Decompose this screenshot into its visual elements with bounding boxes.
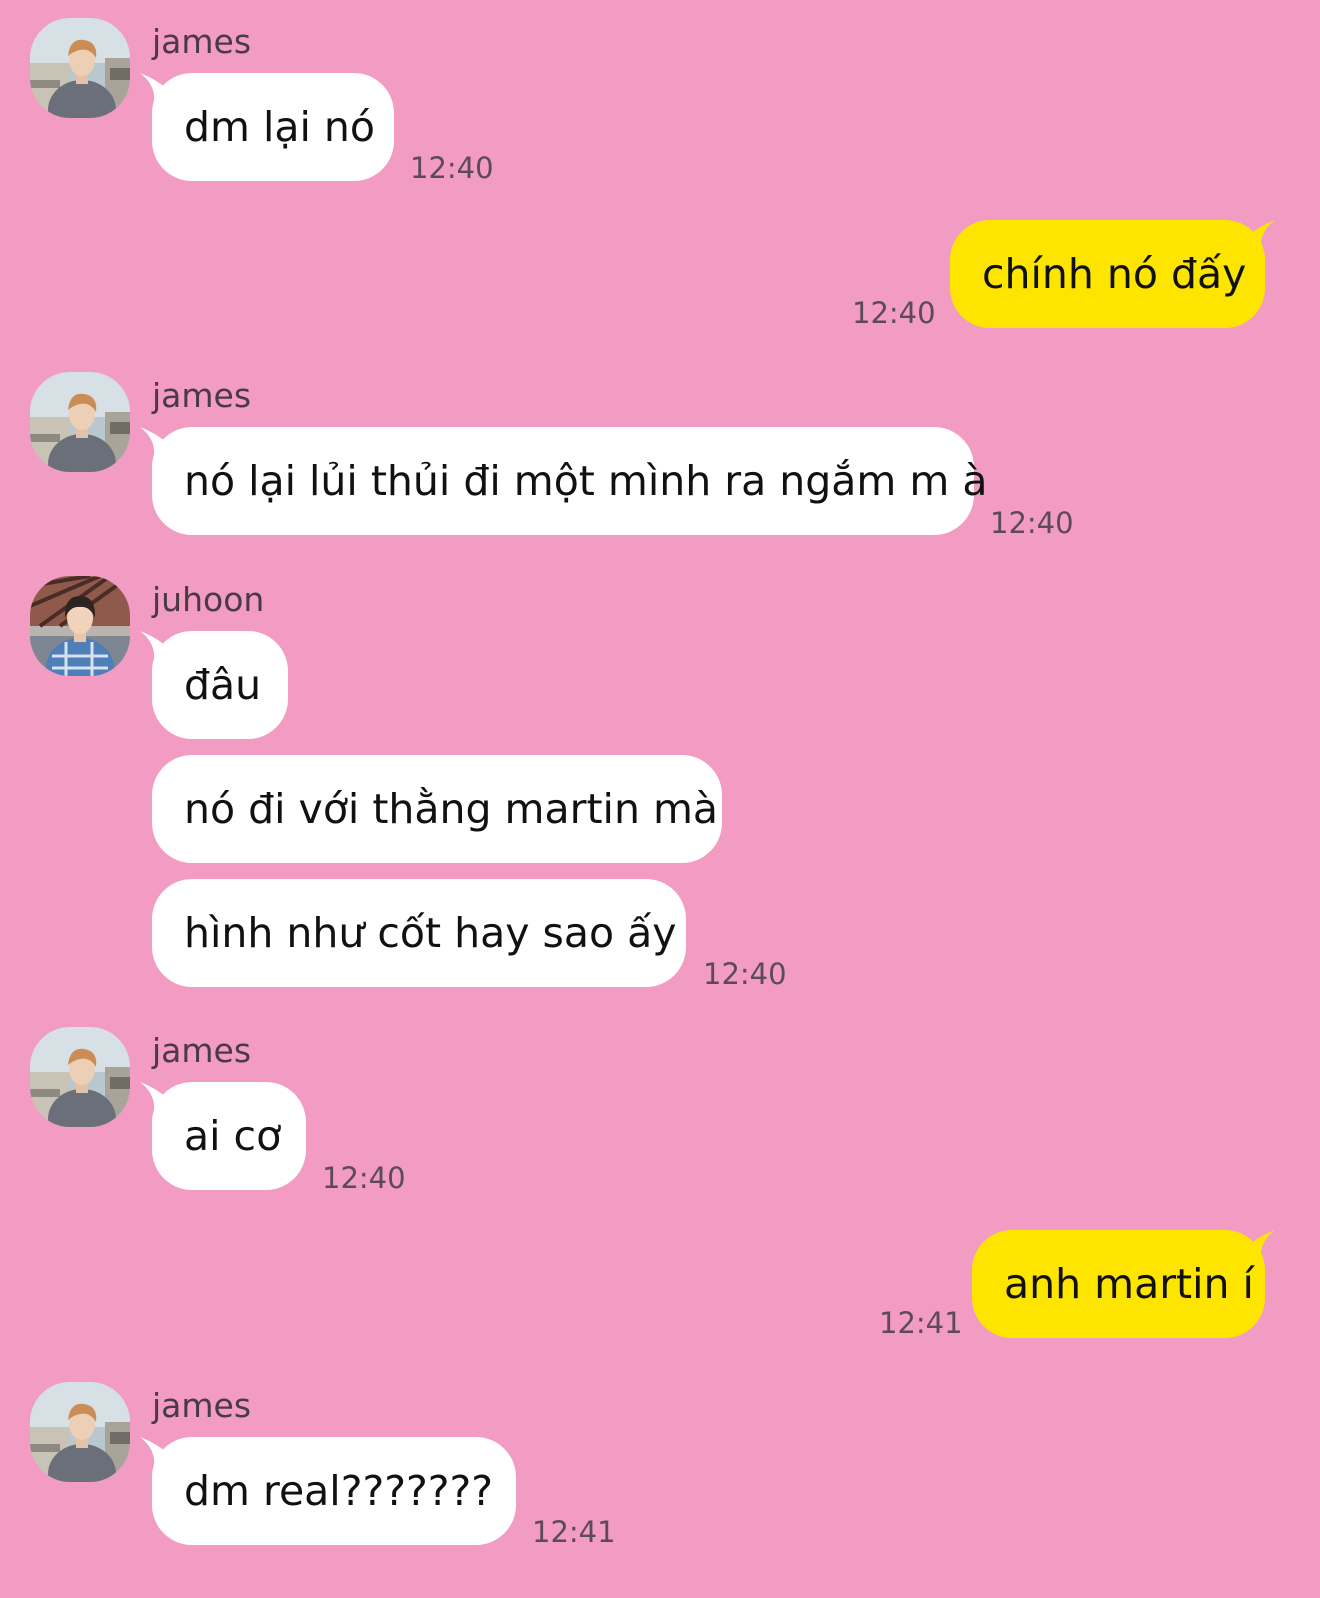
message-time: 12:40 bbox=[852, 296, 936, 330]
sender-name: james bbox=[152, 376, 252, 415]
avatar-james[interactable] bbox=[30, 18, 130, 118]
avatar-image bbox=[30, 372, 130, 472]
sender-name: james bbox=[152, 22, 252, 61]
message-bubble[interactable]: dm lại nó bbox=[152, 73, 394, 181]
message-bubble[interactable]: đâu bbox=[152, 631, 288, 739]
sender-name: juhoon bbox=[152, 580, 265, 619]
sender-name: james bbox=[152, 1386, 252, 1425]
message-time: 12:41 bbox=[879, 1306, 963, 1340]
message-bubble[interactable]: nó đi với thằng martin mà bbox=[152, 755, 722, 863]
sender-name: james bbox=[152, 1031, 252, 1070]
message-bubble[interactable]: chính nó đấy bbox=[950, 220, 1265, 328]
message-bubble[interactable]: hình như cốt hay sao ấy bbox=[152, 879, 686, 987]
avatar-image bbox=[30, 18, 130, 118]
message-time: 12:40 bbox=[703, 957, 787, 991]
avatar-james[interactable] bbox=[30, 1382, 130, 1482]
message-bubble[interactable]: ai cơ bbox=[152, 1082, 306, 1190]
message-bubble[interactable]: anh martin í bbox=[972, 1230, 1265, 1338]
avatar-image bbox=[30, 1027, 130, 1127]
avatar-juhoon[interactable] bbox=[30, 576, 130, 676]
message-bubble[interactable]: dm real??????? bbox=[152, 1437, 516, 1545]
avatar-image bbox=[30, 576, 130, 676]
avatar-image bbox=[30, 1382, 130, 1482]
message-time: 12:41 bbox=[532, 1515, 616, 1549]
message-bubble[interactable]: nó lại lủi thủi đi một mình ra ngắm m à bbox=[152, 427, 987, 535]
message-time: 12:40 bbox=[990, 506, 1074, 540]
avatar-james[interactable] bbox=[30, 372, 130, 472]
avatar-james[interactable] bbox=[30, 1027, 130, 1127]
message-time: 12:40 bbox=[322, 1161, 406, 1195]
message-time: 12:40 bbox=[410, 151, 494, 185]
